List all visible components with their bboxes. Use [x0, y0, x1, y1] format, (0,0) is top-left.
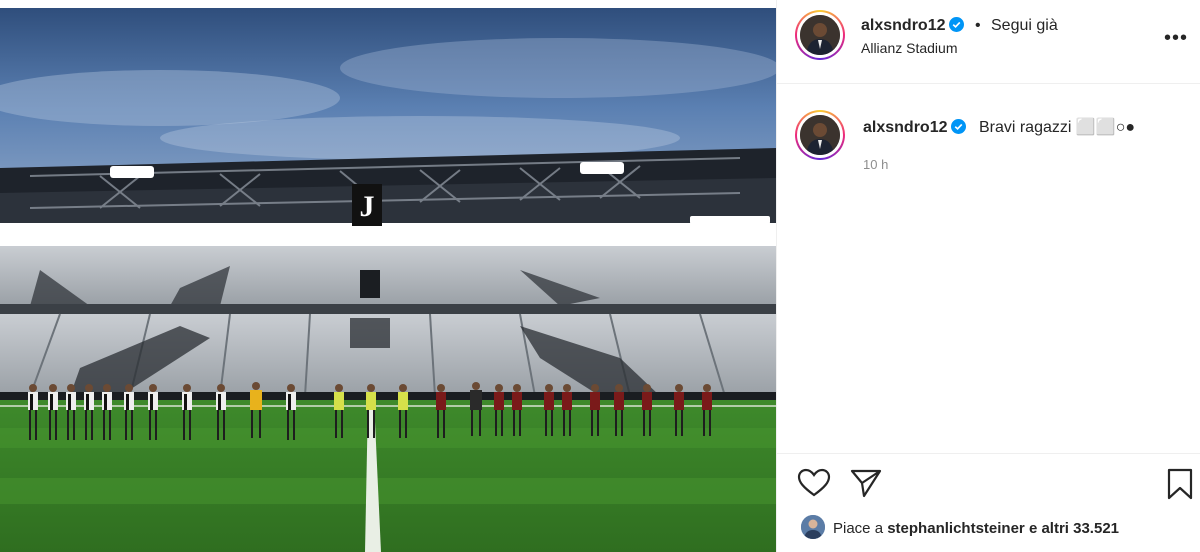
verified-badge-icon	[951, 119, 967, 134]
post-header: alxsndro12 • Segui già Allianz Stadium •…	[777, 0, 1200, 84]
header-avatar[interactable]	[795, 10, 845, 60]
more-options-icon[interactable]: •••	[1164, 27, 1188, 50]
juventus-logo: J	[360, 190, 375, 223]
liker-avatar[interactable]	[801, 515, 825, 539]
heart-icon[interactable]	[797, 468, 831, 498]
paper-plane-icon[interactable]	[850, 468, 882, 498]
likes-prefix: Piace a	[833, 520, 884, 537]
caption-username[interactable]: alxsndro12	[863, 119, 947, 136]
separator-dot: •	[974, 17, 981, 34]
location-link[interactable]: Allianz Stadium	[861, 40, 958, 56]
likes-others-link[interactable]: e altri 33.521	[1029, 520, 1119, 537]
header-user-line: alxsndro12 • Segui già	[861, 17, 1058, 35]
top-strip	[0, 0, 776, 8]
follow-status-button[interactable]: Segui già	[991, 17, 1058, 34]
post-timestamp[interactable]: 10 h	[863, 157, 888, 172]
likes-summary[interactable]: Piace a stephanlichtsteiner e altri 33.5…	[801, 515, 1119, 539]
header-username[interactable]: alxsndro12	[861, 17, 945, 34]
action-bar	[777, 453, 1200, 509]
comment-avatar[interactable]	[795, 110, 845, 160]
caption-text: Bravi ragazzi ⬜⬜○●	[978, 119, 1136, 136]
post-sidebar: alxsndro12 • Segui già Allianz Stadium •…	[776, 0, 1200, 552]
likes-user-link[interactable]: stephanlichtsteiner	[887, 520, 1025, 537]
instagram-post-view: J alxsndro12 • Segui già Allianz Stadium…	[0, 0, 1200, 552]
verified-badge-icon	[949, 17, 965, 32]
bookmark-icon[interactable]	[1166, 468, 1194, 500]
post-photo[interactable]: J	[0, 8, 776, 552]
stadium-image: J	[0, 8, 776, 552]
caption: alxsndro12 Bravi ragazzi ⬜⬜○●	[863, 117, 1135, 137]
